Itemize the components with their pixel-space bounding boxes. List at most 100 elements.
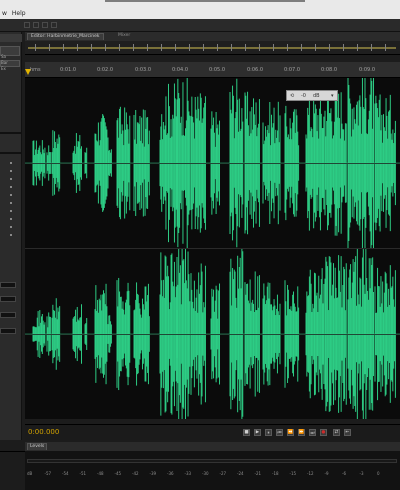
- hud-unit: dB: [313, 93, 320, 99]
- panel-tick: [10, 186, 12, 188]
- ruler-label: 0:05.0: [209, 67, 225, 73]
- record-button[interactable]: ●: [320, 429, 327, 436]
- overview-tick: [273, 44, 274, 51]
- tool-icon[interactable]: [51, 22, 57, 28]
- app-window: w Help Sa Bar Ex Editor: Harbinmetrie_Ma…: [0, 0, 400, 490]
- panel-label: Ex: [1, 66, 6, 71]
- levels-scale-label: -54: [62, 471, 69, 476]
- levels-scale-label: -21: [254, 471, 262, 476]
- levels-scale-label: -51: [79, 471, 87, 476]
- levels-scale-label: -36: [167, 471, 174, 476]
- skip-forward-button[interactable]: ⏭: [309, 429, 316, 436]
- panel-tick: [10, 202, 12, 204]
- overview-tick: [203, 44, 204, 51]
- volume-hud[interactable]: ⟲ -0 dB ▾: [286, 90, 338, 101]
- timecode-display: 0:00.000: [28, 428, 60, 436]
- hud-value: -0: [301, 93, 306, 99]
- rewind-button[interactable]: ⏪: [287, 429, 294, 436]
- overview-tick: [315, 44, 316, 51]
- time-ruler[interactable]: hms 0:01.0 0:02.0 0:03.0 0:04.0 0:05.0 0…: [25, 62, 400, 78]
- overview-tick: [343, 44, 344, 51]
- levels-scale-label: -6: [342, 471, 346, 476]
- channel-left[interactable]: [25, 72, 400, 254]
- ruler-label: 0:09.0: [359, 67, 375, 73]
- panel-tick: [10, 234, 12, 236]
- overview-tick: [301, 44, 302, 51]
- ruler-label: 0:04.0: [172, 67, 188, 73]
- overview-tick: [231, 44, 232, 51]
- loop-button[interactable]: ⇄: [333, 429, 340, 436]
- menu-item-help[interactable]: Help: [12, 10, 26, 17]
- levels-scale-label: -27: [219, 471, 227, 476]
- ruler-label: hms: [30, 67, 41, 73]
- overview-line: [28, 47, 396, 49]
- overview-tick: [49, 44, 50, 51]
- tab-mixer[interactable]: Mixer: [115, 33, 133, 40]
- zero-line: [25, 334, 400, 335]
- tool-icon[interactable]: [42, 22, 48, 28]
- skip-output-button[interactable]: ⇤: [344, 429, 351, 436]
- overview-strip[interactable]: [25, 41, 400, 55]
- editor-tabs: Editor: Harbinmetrie_Marcinek Mixer: [25, 32, 400, 41]
- panel-input[interactable]: [0, 296, 16, 302]
- panel-tick: [10, 162, 12, 164]
- ruler-label: 0:07.0: [284, 67, 300, 73]
- transport-bar: 0:00.000 ■ ▶ ⏸ ⏮ ⏪ ⏩ ⏭ ● ⇄ ⇤: [25, 424, 400, 440]
- ruler-label: 0:08.0: [321, 67, 337, 73]
- menu-item-window[interactable]: w: [2, 10, 7, 17]
- levels-bar: [27, 459, 397, 463]
- panel-input[interactable]: [0, 328, 16, 334]
- levels-scale-label: -15: [289, 471, 297, 476]
- panel-tick: [10, 226, 12, 228]
- overview-tick: [175, 44, 176, 51]
- panel-tick: [10, 170, 12, 172]
- ruler-label: 0:02.0: [97, 67, 113, 73]
- tool-icon[interactable]: [33, 22, 39, 28]
- levels-scale-label: -48: [97, 471, 104, 476]
- panel-header: [0, 34, 22, 42]
- panel-input[interactable]: [0, 312, 16, 318]
- tool-icon[interactable]: [24, 22, 30, 28]
- overview-tick: [385, 44, 386, 51]
- left-panel-bottom: [0, 451, 25, 490]
- channel-right[interactable]: [25, 241, 400, 427]
- overview-tick: [35, 44, 36, 51]
- menu-bar: w Help: [0, 0, 400, 19]
- overview-tick: [77, 44, 78, 51]
- toolbar: [0, 19, 400, 32]
- levels-scale-label: -18: [272, 471, 279, 476]
- levels-scale-label: -9: [324, 471, 329, 476]
- overview-tick: [217, 44, 218, 51]
- stop-button[interactable]: ■: [243, 429, 250, 436]
- ruler-label: 0:03.0: [135, 67, 151, 73]
- overview-tick: [63, 44, 64, 51]
- panel-input[interactable]: [0, 282, 16, 288]
- overview-tick: [91, 44, 92, 51]
- levels-scale-label: -39: [149, 471, 157, 476]
- ruler-label: 0:06.0: [247, 67, 263, 73]
- skip-back-button[interactable]: ⏮: [276, 429, 283, 436]
- title-strip: [105, 0, 305, 2]
- overview-tick: [161, 44, 162, 51]
- tab-levels[interactable]: Levels: [27, 443, 48, 450]
- hud-icon: ⟲: [290, 93, 295, 99]
- levels-scale-label: -30: [202, 471, 209, 476]
- panel-divider: [0, 132, 22, 134]
- levels-scale-label: -57: [44, 471, 52, 476]
- fast-forward-button[interactable]: ⏩: [298, 429, 305, 436]
- hud-menu-icon[interactable]: ▾: [331, 93, 334, 99]
- levels-scale-label: -12: [307, 471, 314, 476]
- overview-tick: [245, 44, 246, 51]
- levels-scale-label: -33: [184, 471, 192, 476]
- ruler-label: 0:01.0: [60, 67, 76, 73]
- overview-tick: [287, 44, 288, 51]
- overview-tick: [119, 44, 120, 51]
- pause-button[interactable]: ⏸: [265, 429, 272, 436]
- play-button[interactable]: ▶: [254, 429, 261, 436]
- panel-tick: [10, 218, 12, 220]
- panel-label: Sa: [1, 54, 6, 59]
- panel-tick: [10, 210, 12, 212]
- waveform-display[interactable]: [25, 72, 400, 427]
- overview-tick: [147, 44, 148, 51]
- tab-editor[interactable]: Editor: Harbinmetrie_Marcinek: [27, 33, 104, 40]
